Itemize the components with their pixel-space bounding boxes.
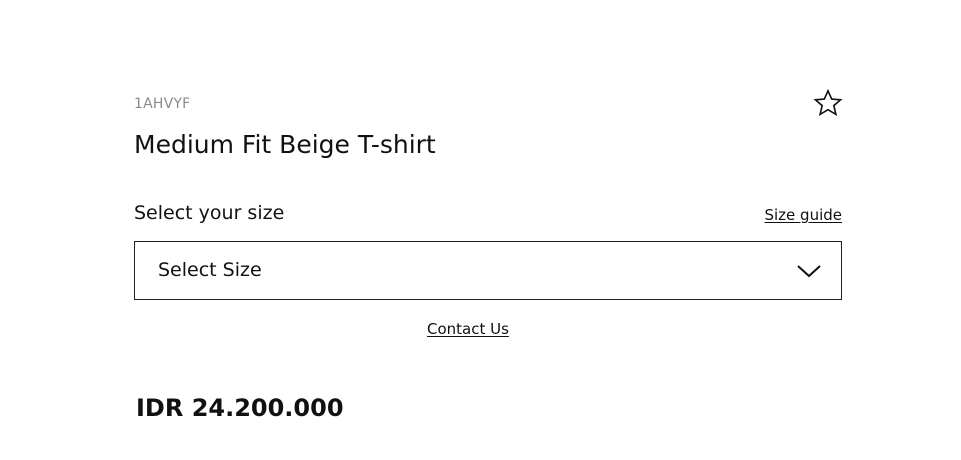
size-guide-link[interactable]: Size guide [764,206,842,224]
size-select[interactable]: Select Size [134,241,842,300]
product-price: IDR 24.200.000 [136,394,344,422]
size-select-value: Select Size [158,259,262,281]
chevron-down-icon [796,263,822,279]
product-details-panel: 1AHVYF Medium Fit Beige T-shirt Select y… [134,84,843,434]
product-title: Medium Fit Beige T-shirt [134,130,436,159]
size-label: Select your size [134,202,285,224]
product-sku: 1AHVYF [134,96,191,112]
star-icon[interactable] [813,88,843,118]
star-outline-icon [813,88,843,117]
contact-us-link[interactable]: Contact Us [427,320,509,338]
